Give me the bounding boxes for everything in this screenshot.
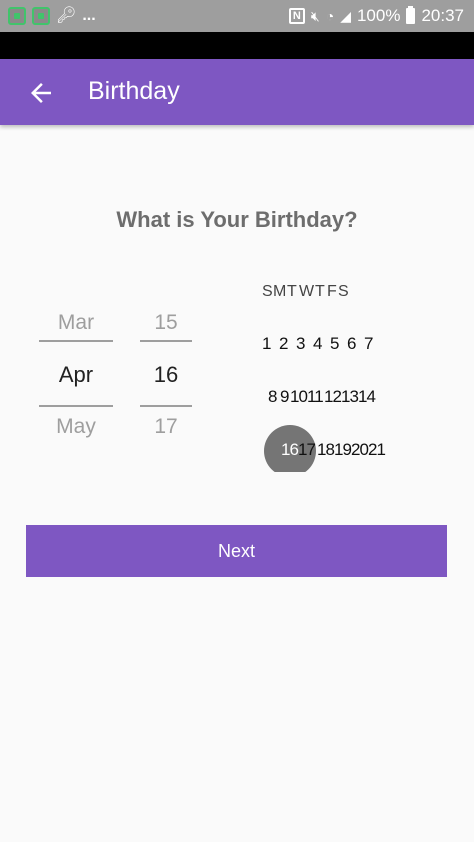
day-prev[interactable]: 15 (140, 308, 192, 360)
status-bar-notifications: 🔑︎ ... (8, 7, 96, 25)
calendar-day[interactable]: 11 (307, 387, 324, 407)
calendar-day[interactable]: 14 (358, 387, 377, 407)
back-arrow-icon[interactable] (26, 78, 56, 108)
month-prev[interactable]: Mar (39, 308, 113, 360)
day-next[interactable]: 17 (140, 412, 192, 464)
weekday-label: M (273, 283, 287, 300)
weekday-label: F (327, 283, 337, 300)
calendar-week-row: 16 17 18 19 20 21 (281, 440, 387, 460)
next-button[interactable]: Next (26, 525, 447, 577)
calendar-day[interactable]: 3 (296, 334, 313, 354)
app-notification-icon (8, 7, 26, 25)
calendar-week-row: 8 9 10 11 12 13 14 (268, 387, 377, 407)
question-heading: What is Your Birthday? (116, 207, 358, 232)
calendar-day[interactable]: 7 (364, 334, 381, 354)
calendar-day[interactable]: 20 (351, 440, 369, 460)
more-notifications-indicator: ... (82, 7, 96, 24)
calendar-day[interactable]: 6 (347, 334, 364, 354)
black-bar (0, 32, 474, 59)
app-bar: Birthday (0, 59, 474, 125)
calendar-day[interactable]: 13 (341, 387, 359, 407)
weekday-label: W (299, 283, 315, 300)
battery-percent: 100% (356, 6, 401, 25)
weekday-label: S (262, 283, 273, 300)
status-bar-system: N 🔇︎ ◔ ◢ 100% 20:37 (288, 6, 464, 26)
battery-icon (406, 6, 416, 24)
calendar-week-row: 1 2 3 4 5 6 7 (262, 334, 381, 354)
weekday-label: S (338, 283, 349, 300)
month-picker-divider (39, 340, 113, 342)
calendar-day[interactable]: 2 (279, 334, 296, 354)
day-picker-divider (140, 405, 192, 407)
weekday-label: T (315, 283, 325, 300)
status-bar: 🔑︎ ... N 🔇︎ ◔ ◢ 100% 20:37 (0, 0, 474, 32)
calendar-day[interactable]: 17 (298, 440, 317, 460)
calendar-day[interactable]: 8 (268, 387, 280, 407)
app-notification-icon (32, 7, 50, 25)
calendar-day[interactable]: 10 (290, 387, 308, 407)
calendar-day-selected[interactable]: 16 (281, 440, 299, 460)
weekday-label: T (287, 283, 297, 300)
month-picker-divider (39, 405, 113, 407)
month-picker[interactable]: Mar Apr May (39, 308, 113, 464)
calendar-day[interactable]: 4 (313, 334, 330, 354)
day-picker[interactable]: 15 16 17 (140, 308, 192, 464)
calendar-day[interactable]: 9 (280, 387, 290, 407)
month-next[interactable]: May (39, 412, 113, 464)
calendar-day[interactable]: 19 (334, 440, 352, 460)
clock: 20:37 (421, 6, 464, 25)
mute-icon: 🔇︎ (310, 7, 320, 24)
calendar-day[interactable]: 21 (368, 440, 387, 460)
calendar-day[interactable]: 1 (262, 334, 279, 354)
calendar-day[interactable]: 5 (330, 334, 347, 354)
key-icon: 🔑︎ (56, 7, 77, 24)
calendar-weekday-row: S M T W T F S (262, 283, 349, 301)
page-title: Birthday (88, 77, 180, 105)
calendar-day[interactable]: 12 (324, 387, 342, 407)
wifi-icon: ◔ (325, 8, 335, 24)
signal-icon: ◢ (340, 7, 351, 24)
calendar-day[interactable]: 18 (317, 440, 335, 460)
nfc-icon: N (288, 8, 305, 24)
day-picker-divider (140, 340, 192, 342)
highlight-clip (262, 472, 322, 482)
